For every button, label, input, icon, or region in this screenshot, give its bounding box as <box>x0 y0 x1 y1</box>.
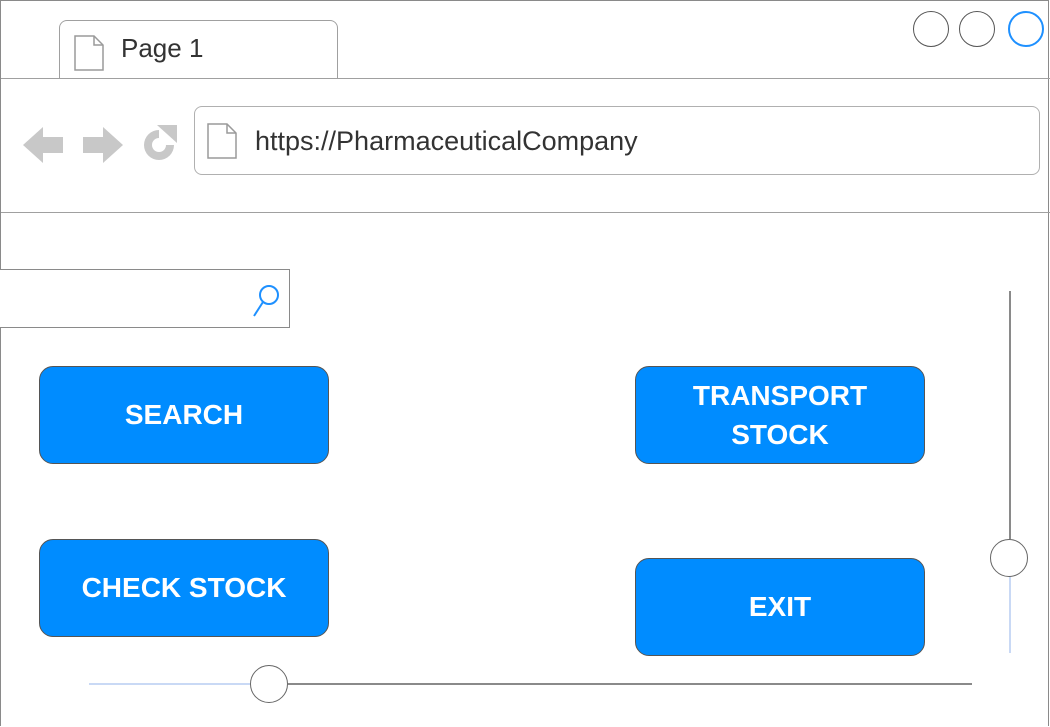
search-input[interactable] <box>0 269 290 328</box>
search-icon[interactable] <box>251 283 283 324</box>
search-button[interactable]: SEARCH <box>39 366 329 464</box>
horizontal-scrollbar-track[interactable] <box>288 683 972 685</box>
url-text: https://PharmaceuticalCompany <box>255 126 638 156</box>
vertical-scrollbar-thumb[interactable] <box>990 539 1028 577</box>
nav-bar-divider <box>1 212 1050 213</box>
page-icon <box>207 123 237 164</box>
transport-stock-button[interactable]: TRANSPORT STOCK <box>635 366 925 464</box>
horizontal-scrollbar-track-filled[interactable] <box>89 683 250 685</box>
tab-bar-divider <box>1 78 1050 79</box>
back-arrow-icon[interactable] <box>21 123 65 172</box>
exit-button[interactable]: EXIT <box>635 558 925 656</box>
address-bar[interactable]: https://PharmaceuticalCompany <box>194 106 1040 175</box>
browser-window: Page 1 https://PharmaceuticalCompany SEA… <box>0 0 1050 726</box>
horizontal-scrollbar-thumb[interactable] <box>250 665 288 703</box>
minimize-window-button[interactable] <box>913 11 949 47</box>
check-stock-button[interactable]: CHECK STOCK <box>39 539 329 637</box>
tab-page-1[interactable]: Page 1 <box>59 20 338 79</box>
maximize-window-button[interactable] <box>959 11 995 47</box>
reload-icon[interactable] <box>137 123 181 172</box>
forward-arrow-icon[interactable] <box>81 123 125 172</box>
close-window-button[interactable] <box>1008 11 1044 47</box>
page-icon <box>74 35 104 76</box>
tab-label: Page 1 <box>121 33 204 63</box>
vertical-scrollbar-track-filled[interactable] <box>1009 577 1011 653</box>
vertical-scrollbar-track[interactable] <box>1009 291 1011 539</box>
